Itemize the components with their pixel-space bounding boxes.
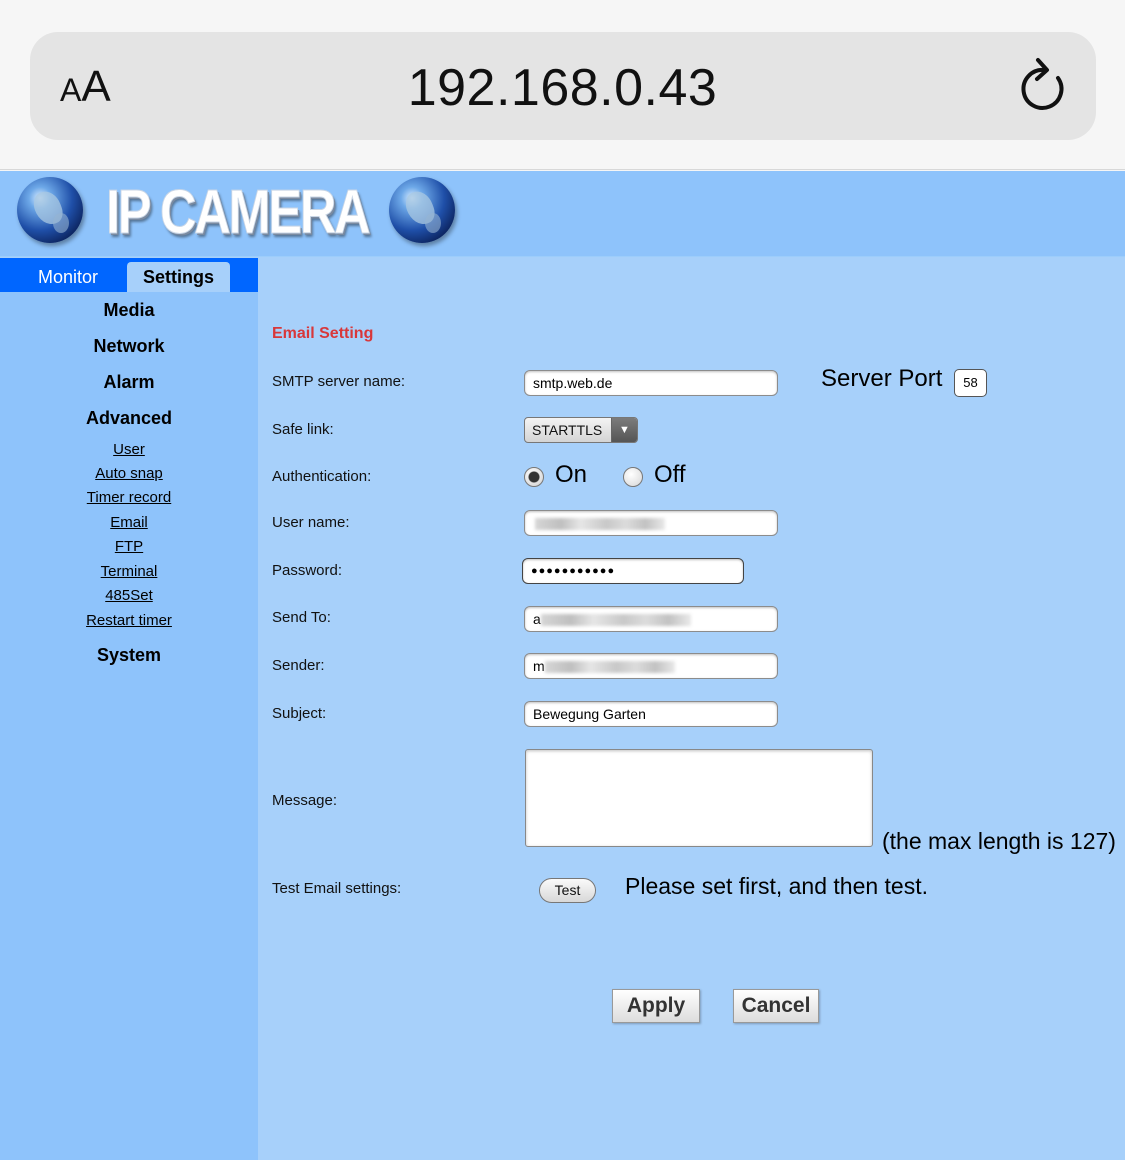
sender-label: Sender: — [272, 657, 325, 674]
smtp-label: SMTP server name: — [272, 373, 406, 390]
safe-link-label: Safe link: — [272, 421, 334, 438]
sender-prefix: m — [533, 658, 545, 674]
globe-icon — [17, 177, 83, 243]
auth-label: Authentication: — [272, 468, 372, 485]
server-port-label: Server Port — [821, 365, 943, 392]
url-text[interactable]: 192.168.0.43 — [0, 58, 1125, 118]
subject-input[interactable]: Bewegung Garten — [524, 701, 778, 727]
reload-icon[interactable] — [1018, 56, 1070, 114]
auth-on-radio[interactable] — [524, 467, 544, 487]
banner: IP CAMERA — [0, 171, 1125, 257]
menu-link-ftp[interactable]: FTP — [0, 538, 258, 555]
smtp-server-input[interactable]: smtp.web.de — [524, 370, 778, 396]
test-message: Please set first, and then test. — [625, 873, 928, 899]
auth-off-label: Off — [654, 461, 686, 488]
message-label: Message: — [272, 792, 338, 809]
menu-link-terminal[interactable]: Terminal — [0, 563, 258, 580]
redacted-text — [540, 614, 691, 627]
message-textarea[interactable] — [525, 749, 873, 847]
tab-monitor[interactable]: Monitor — [12, 262, 124, 292]
cancel-button[interactable]: Cancel — [733, 989, 819, 1023]
username-input[interactable] — [524, 510, 778, 536]
menu-network[interactable]: Network — [0, 336, 258, 357]
menu-alarm[interactable]: Alarm — [0, 372, 258, 393]
menu-link-485set[interactable]: 485Set — [0, 587, 258, 604]
send-to-label: Send To: — [272, 609, 331, 626]
globe-icon — [389, 177, 455, 243]
safe-link-select[interactable]: STARTTLS ▼ — [524, 417, 638, 443]
test-email-label: Test Email settings: — [272, 880, 402, 897]
test-button[interactable]: Test — [539, 878, 596, 903]
auth-on-label: On — [555, 461, 588, 488]
sender-input[interactable]: m — [524, 653, 778, 679]
message-max-length-hint: (the max length is 127) — [882, 828, 1116, 854]
redacted-text — [544, 661, 675, 674]
tab-bar: Monitor Settings — [0, 258, 258, 292]
password-input[interactable]: ●●●●●●●●●●● — [522, 558, 744, 584]
send-to-input[interactable]: a — [524, 606, 778, 632]
menu-media[interactable]: Media — [0, 300, 258, 321]
menu-system[interactable]: System — [0, 645, 258, 666]
logo-text: IP CAMERA — [106, 178, 372, 248]
browser-toolbar: AA 192.168.0.43 — [0, 0, 1125, 170]
tab-settings[interactable]: Settings — [127, 262, 230, 292]
menu-link-user[interactable]: User — [0, 441, 258, 458]
menu-link-email[interactable]: Email — [0, 514, 258, 531]
menu-link-auto-snap[interactable]: Auto snap — [0, 465, 258, 482]
server-port-input[interactable]: 58 — [954, 369, 987, 397]
username-label: User name: — [272, 514, 350, 531]
safe-link-value: STARTTLS — [532, 422, 603, 438]
sidebar: Monitor Settings Media Network Alarm Adv… — [0, 258, 258, 1160]
apply-button[interactable]: Apply — [612, 989, 700, 1023]
menu-link-restart-timer[interactable]: Restart timer — [0, 612, 258, 629]
send-to-prefix: a — [533, 611, 541, 627]
dropdown-arrow-icon: ▼ — [611, 418, 637, 442]
menu-advanced[interactable]: Advanced — [0, 408, 258, 429]
subject-label: Subject: — [272, 705, 327, 722]
auth-off-radio[interactable] — [623, 467, 643, 487]
section-title: Email Setting — [272, 325, 374, 342]
camera-page: IP CAMERA Monitor Settings Media Network… — [0, 171, 1125, 1160]
password-label: Password: — [272, 562, 343, 579]
redacted-text — [535, 518, 665, 531]
menu-link-timer-record[interactable]: Timer record — [0, 489, 258, 506]
